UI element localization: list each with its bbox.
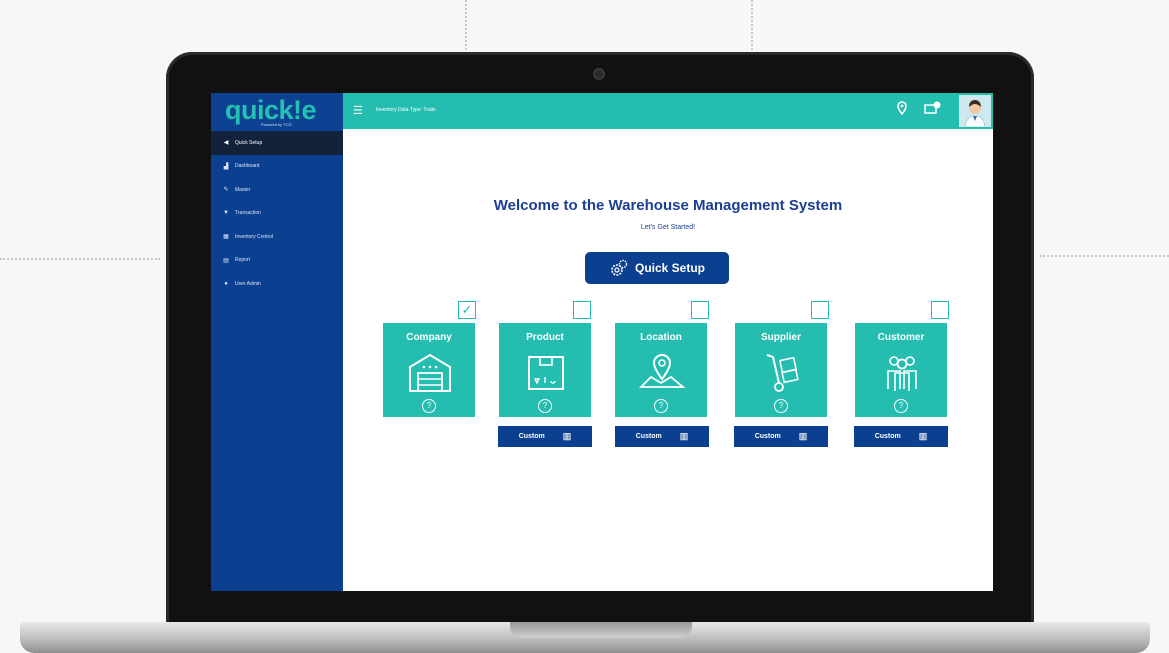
webcam [593, 68, 605, 80]
card-title: Location [640, 332, 682, 343]
bg-dotted-line-left [0, 258, 160, 260]
location-pin-icon[interactable] [896, 101, 908, 118]
warehouse-icon [409, 353, 451, 392]
custom-label: Custom [754, 433, 781, 440]
sidebar-item-label: User Admin [235, 280, 261, 287]
main-content: Welcome to the Warehouse Management Syst… [343, 129, 993, 591]
hamburger-menu-icon[interactable]: ☰ [353, 104, 363, 117]
map-pin-icon [639, 353, 685, 388]
customer-checkbox[interactable] [931, 301, 949, 319]
people-group-icon [887, 356, 917, 391]
logo-subtitle: Powered by TCG [261, 122, 292, 127]
sidebar-item-label: Master [235, 186, 251, 193]
notification-icon[interactable] [924, 101, 942, 118]
clipboard-icon: ▥ [918, 431, 928, 441]
back-arrow-icon: ◀ [223, 140, 229, 147]
quick-setup-button[interactable]: Quick Setup [585, 252, 729, 284]
info-icon[interactable]: ? [654, 399, 668, 413]
clipboard-icon: ▥ [798, 431, 808, 441]
top-bar: ☰ Inventory Data Type: Traits [343, 93, 993, 129]
card-title: Product [526, 332, 564, 343]
custom-label: Custom [635, 433, 662, 440]
quick-setup-label: Quick Setup [634, 261, 705, 275]
master-icon: ✎ [223, 187, 229, 194]
sidebar-item-quick-setup[interactable]: ◀ Quick Setup [211, 131, 343, 155]
welcome-subtitle: Let's Get Started! [640, 224, 696, 231]
company-checkbox[interactable]: ✓ [458, 301, 476, 319]
info-icon[interactable]: ? [538, 399, 552, 413]
sidebar-item-label: Transaction [235, 210, 261, 217]
app-screen: quick!e Powered by TCG ◀ Quick Setup ▟ D… [211, 93, 993, 591]
logo-area: quick!e Powered by TCG [211, 93, 343, 131]
sidebar-item-inventory-control[interactable]: ▦ Inventory Control [211, 225, 343, 249]
supplier-checkbox[interactable] [811, 301, 829, 319]
location-card[interactable]: Location ? [615, 323, 707, 417]
sidebar-item-transaction[interactable]: ▼ Transaction [211, 202, 343, 226]
clipboard-icon: ▥ [562, 431, 572, 441]
supplier-card[interactable]: Supplier ? [735, 323, 827, 417]
hand-truck-icon [766, 354, 799, 392]
location-custom-button[interactable]: Custom ▥ [615, 426, 709, 447]
box-icon [528, 356, 564, 390]
sidebar-item-label: Quick Setup [235, 139, 263, 146]
info-icon[interactable]: ? [422, 399, 436, 413]
supplier-custom-button[interactable]: Custom ▥ [734, 426, 828, 447]
laptop-notch [510, 622, 692, 638]
bg-dotted-line-v1 [465, 0, 467, 50]
info-icon[interactable]: ? [774, 399, 788, 413]
customer-card[interactable]: Customer ? [855, 323, 947, 417]
custom-label: Custom [874, 433, 901, 440]
user-avatar[interactable] [959, 95, 991, 127]
clipboard-icon: ▥ [679, 431, 689, 441]
report-icon: ▤ [223, 257, 229, 264]
custom-label: Custom [518, 433, 545, 440]
transaction-icon: ▼ [223, 210, 229, 217]
customer-custom-button[interactable]: Custom ▥ [854, 426, 948, 447]
sidebar: quick!e Powered by TCG ◀ Quick Setup ▟ D… [211, 93, 343, 591]
product-custom-button[interactable]: Custom ▥ [498, 426, 592, 447]
top-bar-label: Inventory Data Type: Traits [376, 107, 436, 113]
user-admin-icon: ● [224, 280, 228, 287]
card-title: Supplier [760, 332, 801, 343]
card-title: Customer [877, 332, 925, 343]
gears-icon [611, 259, 628, 276]
product-checkbox[interactable] [573, 301, 591, 319]
sidebar-item-label: Dashboard [235, 163, 260, 170]
card-title: Company [406, 332, 452, 343]
sidebar-item-user-admin[interactable]: ● User Admin [211, 272, 343, 296]
sidebar-item-report[interactable]: ▤ Report [211, 249, 343, 273]
company-card[interactable]: Company ? [383, 323, 475, 417]
dashboard-icon: ▟ [223, 163, 229, 170]
sidebar-item-dashboard[interactable]: ▟ Dashboard [211, 155, 343, 179]
bg-dotted-line-right [1040, 255, 1169, 257]
sidebar-item-label: Report [235, 257, 251, 264]
sidebar-item-master[interactable]: ✎ Master [211, 178, 343, 202]
info-icon[interactable]: ? [894, 399, 908, 413]
location-checkbox[interactable] [691, 301, 709, 319]
bg-dotted-line-v2 [751, 0, 753, 50]
product-card[interactable]: Product ? [499, 323, 591, 417]
welcome-title: Welcome to the Warehouse Management Syst… [493, 197, 843, 214]
sidebar-item-label: Inventory Control [235, 233, 274, 240]
inventory-icon: ▦ [223, 234, 229, 241]
